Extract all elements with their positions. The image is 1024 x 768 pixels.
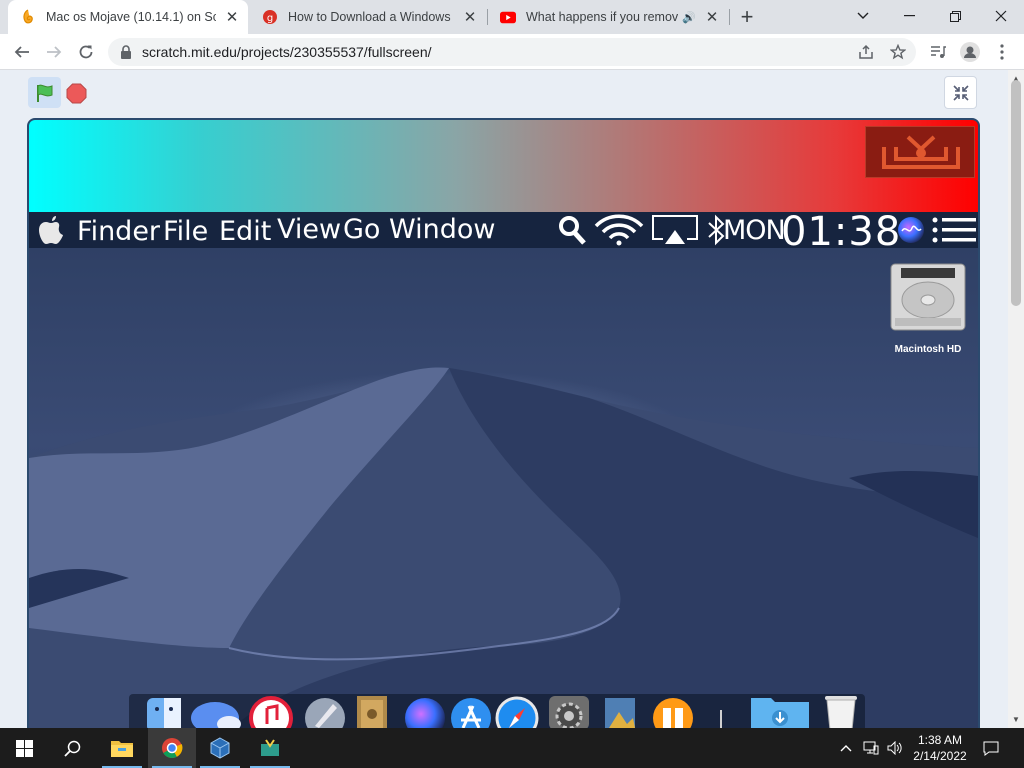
tab-separator bbox=[729, 9, 730, 25]
app-installer-icon[interactable] bbox=[246, 728, 294, 768]
project-logo bbox=[865, 126, 975, 178]
scroll-down-arrow-icon[interactable]: ▼ bbox=[1008, 711, 1024, 727]
downloads-folder-dock-icon[interactable] bbox=[749, 694, 811, 728]
siri-icon[interactable] bbox=[895, 212, 927, 248]
windows-start-icon[interactable] bbox=[0, 728, 48, 768]
kebab-menu-icon[interactable] bbox=[988, 38, 1016, 66]
scratch-stage[interactable]: Finder File Edit View Go Window MON 01:3… bbox=[27, 118, 980, 728]
svg-text:g: g bbox=[267, 13, 273, 24]
new-tab-button[interactable]: + bbox=[734, 4, 760, 29]
notification-center-icon[interactable] bbox=[931, 212, 977, 248]
browser-toolbar: scratch.mit.edu/projects/230355537/fulls… bbox=[0, 34, 1024, 70]
red-globe-favicon-icon: g bbox=[262, 9, 278, 25]
windows-taskbar: 1:38 AM 2/14/2022 bbox=[0, 728, 1024, 768]
siri-dock-icon[interactable] bbox=[403, 694, 447, 728]
tab-close-icon[interactable]: ✕ bbox=[222, 7, 242, 27]
url-text: scratch.mit.edu/projects/230355537/fulls… bbox=[142, 44, 432, 60]
system-preferences-dock-icon[interactable] bbox=[547, 694, 591, 728]
menu-window[interactable]: Window bbox=[389, 214, 495, 245]
back-arrow-icon[interactable] bbox=[8, 38, 36, 66]
menu-edit[interactable]: Edit bbox=[219, 216, 271, 247]
profile-avatar-icon[interactable] bbox=[956, 38, 984, 66]
stop-sign-icon bbox=[66, 83, 87, 104]
itunes-dock-icon[interactable] bbox=[249, 694, 293, 728]
green-flag-button[interactable] bbox=[28, 77, 61, 108]
messages-dock-icon[interactable] bbox=[189, 694, 245, 728]
youtube-favicon-icon bbox=[500, 9, 516, 25]
mojave-desktop[interactable]: Macintosh HD bbox=[29, 248, 978, 728]
scroll-thumb[interactable] bbox=[1011, 80, 1021, 306]
collapse-arrows-icon bbox=[952, 84, 969, 101]
menu-view[interactable]: View bbox=[277, 214, 341, 245]
desktop-icon-label: Macintosh HD bbox=[894, 344, 962, 355]
tab-title: What happens if you remove bbox=[526, 10, 679, 24]
stage-banner bbox=[29, 120, 978, 212]
stop-button[interactable] bbox=[66, 83, 87, 104]
reload-icon[interactable] bbox=[72, 38, 100, 66]
clock-date: 2/14/2022 bbox=[913, 749, 967, 763]
system-clock[interactable]: 1:38 AM 2/14/2022 bbox=[902, 732, 978, 764]
clock-time: 1:38 AM bbox=[917, 733, 963, 747]
tab-scratch[interactable]: Mac os Mojave (10.14.1) on Scratch ✕ bbox=[8, 0, 248, 34]
menu-day: MON bbox=[723, 215, 786, 246]
virtualbox-icon[interactable] bbox=[196, 728, 244, 768]
green-flag-icon bbox=[36, 84, 52, 102]
show-hidden-icons-chevron-icon[interactable] bbox=[836, 728, 856, 768]
chrome-taskbar-icon[interactable] bbox=[148, 728, 196, 768]
trash-dock-icon[interactable] bbox=[819, 694, 863, 728]
scratch-favicon-icon bbox=[20, 9, 36, 25]
airplay-icon[interactable] bbox=[651, 212, 699, 248]
desert-dunes-wallpaper bbox=[29, 367, 978, 728]
contacts-dock-icon[interactable] bbox=[351, 694, 395, 728]
mac-dock bbox=[129, 694, 865, 728]
menu-file[interactable]: File bbox=[163, 216, 208, 247]
minimize-icon[interactable] bbox=[886, 0, 932, 32]
share-icon[interactable] bbox=[852, 38, 880, 66]
search-icon[interactable] bbox=[48, 728, 96, 768]
tab-windows-download[interactable]: g How to Download a Windows 10 ✕ bbox=[250, 0, 486, 34]
tab-strip: Mac os Mojave (10.14.1) on Scratch ✕ g H… bbox=[0, 0, 1024, 34]
app-store-dock-icon[interactable] bbox=[449, 694, 493, 728]
preview-dock-icon[interactable] bbox=[599, 694, 643, 728]
tab-close-icon[interactable]: ✕ bbox=[702, 7, 722, 27]
tab-title: How to Download a Windows 10 bbox=[288, 10, 454, 24]
ibooks-dock-icon[interactable] bbox=[651, 694, 695, 728]
tab-youtube[interactable]: What happens if you remove 🔊 ✕ bbox=[488, 0, 728, 34]
dock-separator bbox=[717, 694, 725, 728]
notifications-icon[interactable] bbox=[980, 728, 1002, 768]
scratch-controls-bar bbox=[0, 70, 1008, 116]
launchpad-dock-icon[interactable] bbox=[303, 694, 347, 728]
finder-dock-icon[interactable] bbox=[143, 694, 187, 728]
restore-icon[interactable] bbox=[932, 0, 978, 32]
bookmark-star-icon[interactable] bbox=[884, 38, 912, 66]
file-explorer-icon[interactable] bbox=[98, 728, 146, 768]
network-icon[interactable] bbox=[860, 728, 882, 768]
macintosh-hd-desktop-icon[interactable]: Macintosh HD bbox=[889, 260, 967, 355]
menu-finder[interactable]: Finder bbox=[77, 216, 160, 247]
address-bar[interactable]: scratch.mit.edu/projects/230355537/fulls… bbox=[108, 38, 916, 66]
apple-logo-icon[interactable] bbox=[35, 214, 67, 246]
forward-arrow-icon[interactable] bbox=[40, 38, 68, 66]
exit-fullscreen-button[interactable] bbox=[944, 76, 977, 109]
tab-search-chevron-icon[interactable] bbox=[840, 0, 886, 32]
window-close-icon[interactable] bbox=[978, 0, 1024, 32]
lock-icon bbox=[120, 45, 132, 59]
media-control-icon[interactable] bbox=[924, 38, 952, 66]
tab-close-icon[interactable]: ✕ bbox=[460, 7, 480, 27]
wifi-icon[interactable] bbox=[593, 212, 645, 248]
mac-menu-bar: Finder File Edit View Go Window MON 01:3… bbox=[29, 209, 978, 255]
spotlight-search-icon[interactable] bbox=[555, 212, 589, 248]
tab-title: Mac os Mojave (10.14.1) on Scratch bbox=[46, 10, 216, 24]
speaker-icon[interactable]: 🔊 bbox=[682, 11, 696, 24]
safari-dock-icon[interactable] bbox=[495, 694, 539, 728]
menu-go[interactable]: Go bbox=[343, 214, 380, 245]
hard-drive-icon bbox=[890, 263, 966, 331]
